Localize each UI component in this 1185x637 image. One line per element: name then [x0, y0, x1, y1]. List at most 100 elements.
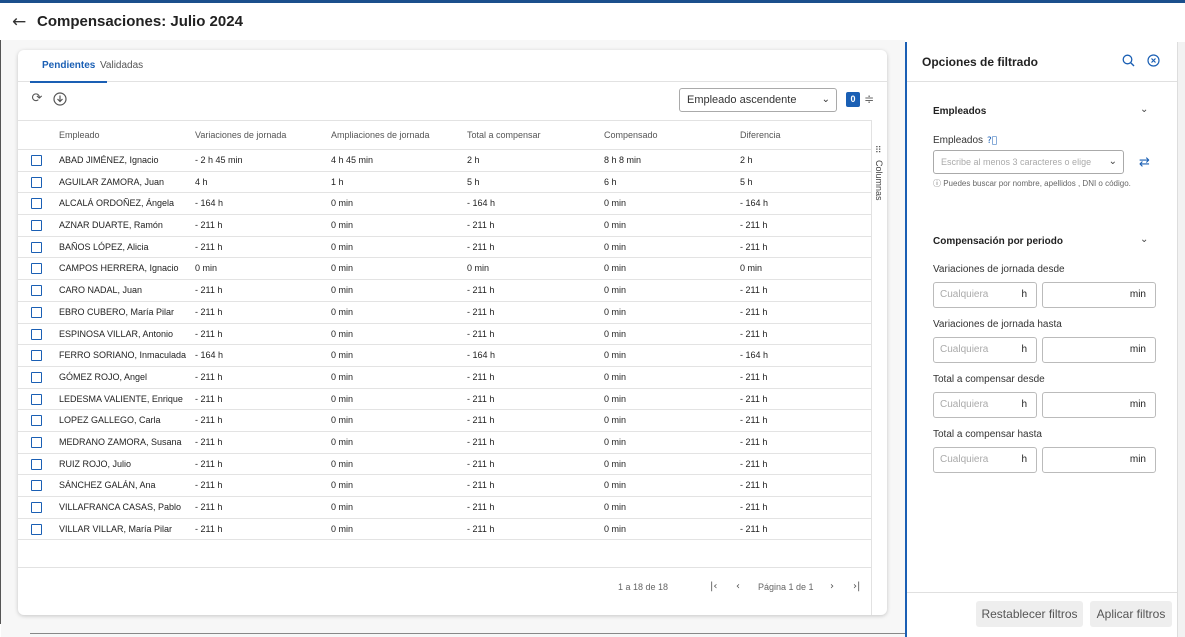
- table-row[interactable]: LOPEZ GALLEGO, Carla - 211 h 0 min - 211 h 0…: [18, 410, 871, 432]
- row-checkbox[interactable]: [31, 285, 42, 297]
- employees-section-title[interactable]: Empleados: [933, 106, 986, 117]
- employees-search-input[interactable]: Escribe al menos 3 caracteres o elige ⌄: [933, 150, 1124, 174]
- cell-employee: FERRO SORIANO, Inmaculada: [59, 350, 187, 361]
- table-row[interactable]: CAMPOS HERRERA, Ignacio 0 min 0 min 0 min 0 …: [18, 258, 871, 281]
- results-card: Pendientes Validadas ⟳ Empleado ascenden…: [18, 50, 887, 615]
- cell-diferencia: - 211 h: [740, 393, 768, 404]
- row-checkbox[interactable]: [31, 458, 42, 470]
- table-row[interactable]: FERRO SORIANO, Inmaculada - 164 h 0 min - 1…: [18, 345, 871, 367]
- column-header-compensado[interactable]: Compensado: [604, 121, 734, 149]
- row-checkbox[interactable]: [31, 176, 42, 188]
- sort-select[interactable]: Empleado ascendente ⌄: [679, 88, 837, 112]
- cell-employee: EBRO CUBERO, María Pilar: [59, 306, 175, 317]
- cell-compensado: 0 min: [604, 198, 627, 209]
- table-row[interactable]: ABAD JIMÉNEZ, Ignacio - 2 h 45 min 4 h 45 …: [18, 150, 871, 172]
- row-checkbox[interactable]: [31, 155, 42, 166]
- total-hasta-hours-input[interactable]: Cualquiera h: [933, 447, 1037, 473]
- page-header: ← Compensaciones: Julio 2024: [0, 3, 1185, 40]
- column-header-total[interactable]: Total a compensar: [467, 121, 597, 149]
- column-header-diferencia[interactable]: Diferencia: [740, 121, 868, 149]
- table-row[interactable]: AGUILAR ZAMORA, Juan 4 h 1 h 5 h 6 h 5 h: [18, 172, 871, 194]
- cell-ampliaciones: 0 min: [331, 220, 354, 231]
- chevron-down-icon[interactable]: ⌄: [1140, 234, 1148, 245]
- table-row[interactable]: RUIZ ROJO, Julio - 211 h 0 min - 211 h 0 min…: [18, 454, 871, 476]
- chevron-down-icon[interactable]: ⌄: [1140, 104, 1148, 115]
- cell-ampliaciones: 0 min: [331, 436, 354, 447]
- row-checkbox[interactable]: [31, 371, 42, 383]
- cell-ampliaciones: 0 min: [331, 480, 354, 491]
- table-row[interactable]: LEDESMA VALIENTE, Enrique - 211 h 0 min - 2…: [18, 389, 871, 411]
- row-checkbox[interactable]: [31, 328, 42, 340]
- columns-panel[interactable]: ⠿ Columnas: [871, 120, 887, 615]
- cell-employee: BAÑOS LÓPEZ, Alicia: [59, 241, 149, 252]
- prev-page-icon[interactable]: ‹: [736, 581, 740, 592]
- row-checkbox[interactable]: [31, 198, 42, 210]
- refresh-icon[interactable]: ⟳: [30, 92, 44, 106]
- column-header-empleado[interactable]: Empleado: [59, 121, 191, 149]
- tab-validadas[interactable]: Validadas: [100, 50, 143, 82]
- next-page-icon[interactable]: ›: [830, 581, 834, 592]
- total-hasta-minutes-input[interactable]: min: [1042, 447, 1156, 473]
- row-checkbox[interactable]: [31, 480, 42, 492]
- table-row[interactable]: AZNAR DUARTE, Ramón - 211 h 0 min - 211 h 0 …: [18, 215, 871, 237]
- table-row[interactable]: MEDRANO ZAMORA, Susana - 211 h 0 min - 211 …: [18, 432, 871, 454]
- row-checkbox[interactable]: [31, 350, 42, 362]
- variaciones-hasta-hours-input[interactable]: Cualquiera h: [933, 337, 1037, 363]
- row-checkbox[interactable]: [31, 263, 42, 275]
- tab-pendientes[interactable]: Pendientes: [29, 50, 108, 83]
- row-checkbox[interactable]: [31, 436, 42, 448]
- column-header-ampliaciones[interactable]: Ampliaciones de jornada: [331, 121, 461, 149]
- search-icon[interactable]: [1122, 54, 1135, 71]
- cell-variaciones: - 211 h: [195, 328, 223, 339]
- cell-diferencia: - 211 h: [740, 285, 768, 296]
- table-row[interactable]: GÓMEZ ROJO, Angel - 211 h 0 min - 211 h 0 mi…: [18, 367, 871, 389]
- download-icon[interactable]: [53, 92, 67, 106]
- variaciones-hasta-minutes-input[interactable]: min: [1042, 337, 1156, 363]
- table-row[interactable]: EBRO CUBERO, María Pilar - 211 h 0 min - 21…: [18, 302, 871, 324]
- bottom-border: [30, 633, 905, 634]
- row-checkbox[interactable]: [31, 415, 42, 427]
- back-arrow-icon[interactable]: ←: [12, 12, 30, 32]
- row-checkbox[interactable]: [31, 220, 42, 232]
- filter-count-badge[interactable]: 0: [846, 92, 860, 107]
- cell-compensado: 0 min: [604, 458, 627, 469]
- sliders-icon[interactable]: ≑: [864, 92, 874, 106]
- table-row[interactable]: VILLAFRANCA CASAS, Pablo - 211 h 0 min - 21…: [18, 497, 871, 519]
- table-row[interactable]: SÁNCHEZ GALÁN, Ana - 211 h 0 min - 211 h 0 m…: [18, 475, 871, 497]
- cell-employee: AGUILAR ZAMORA, Juan: [59, 176, 165, 187]
- total-desde-hours-input[interactable]: Cualquiera h: [933, 392, 1037, 418]
- row-checkbox[interactable]: [31, 502, 42, 513]
- cell-compensado: 0 min: [604, 523, 627, 534]
- apply-filters-button[interactable]: Aplicar filtros: [1090, 601, 1172, 627]
- total-desde-minutes-input[interactable]: min: [1042, 392, 1156, 418]
- reset-filters-button[interactable]: Restablecer filtros: [976, 601, 1083, 627]
- cell-ampliaciones: 0 min: [331, 502, 354, 512]
- variaciones-desde-minutes-input[interactable]: min: [1042, 282, 1156, 308]
- close-icon[interactable]: [1147, 54, 1160, 71]
- cell-employee: AZNAR DUARTE, Ramón: [59, 220, 163, 231]
- cell-variaciones: 4 h: [195, 176, 208, 187]
- cell-ampliaciones: 1 h: [331, 176, 344, 187]
- chevron-down-icon: ⌄: [1108, 156, 1117, 167]
- row-checkbox[interactable]: [31, 523, 42, 535]
- cell-diferencia: - 211 h: [740, 480, 768, 491]
- column-header-variaciones[interactable]: Variaciones de jornada: [195, 121, 325, 149]
- cell-employee: MEDRANO ZAMORA, Susana: [59, 436, 182, 447]
- period-section-title[interactable]: Compensación por periodo: [933, 236, 1063, 247]
- table-row[interactable]: ESPINOSA VILLAR, Antonio - 211 h 0 min - 21…: [18, 324, 871, 346]
- table-row[interactable]: CARO NADAL, Juan - 211 h 0 min - 211 h 0 min…: [18, 280, 871, 302]
- row-checkbox[interactable]: [31, 393, 42, 405]
- table-row[interactable]: VILLAR VILLAR, María Pilar - 211 h 0 min - …: [18, 519, 871, 541]
- table-row[interactable]: BAÑOS LÓPEZ, Alicia - 211 h 0 min - 211 h 0 …: [18, 237, 871, 259]
- last-page-icon[interactable]: ›|: [853, 581, 860, 592]
- variaciones-desde-hours-input[interactable]: Cualquiera h: [933, 282, 1037, 308]
- help-icon[interactable]: ?⃝: [987, 136, 997, 146]
- cell-compensado: 8 h 8 min: [604, 155, 642, 165]
- pagination-page: Página 1 de 1: [758, 582, 814, 592]
- row-checkbox[interactable]: [31, 306, 42, 318]
- employees-placeholder: Escribe al menos 3 caracteres o elige: [941, 157, 1092, 167]
- row-checkbox[interactable]: [31, 241, 42, 253]
- table-row[interactable]: ALCALÁ ORDOÑEZ, Ángela - 164 h 0 min - 164 …: [18, 193, 871, 216]
- advanced-filter-icon[interactable]: ⇄: [1139, 155, 1150, 170]
- first-page-icon[interactable]: |‹: [710, 581, 717, 592]
